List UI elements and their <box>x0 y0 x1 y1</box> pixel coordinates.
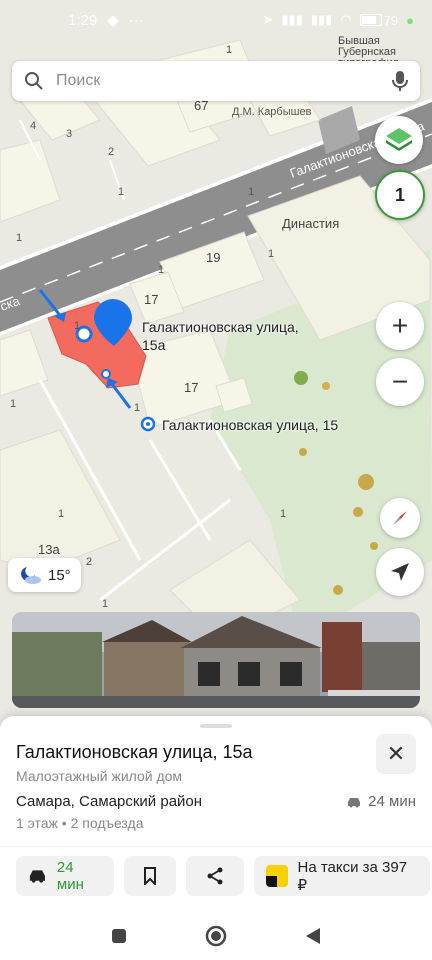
place-title: Галактионовская улица, 15а <box>16 742 253 762</box>
car-icon <box>348 797 361 807</box>
signal-2-icon: ▮▮▮ <box>310 12 333 27</box>
taxi-button[interactable]: На такси за 397 ₽ <box>254 856 430 896</box>
home-icon[interactable] <box>205 925 227 947</box>
map-label-entrance-1g: 1 <box>74 320 81 332</box>
map-label-entrance-1d: 1 <box>248 186 255 198</box>
taxi-label: На такси за 397 ₽ <box>297 858 408 894</box>
car-icon <box>29 870 45 883</box>
neighbor-building-label[interactable]: Галактионовская улица, 15 <box>162 416 338 434</box>
map-label-entrance-1l: 1 <box>280 508 287 520</box>
search-input[interactable] <box>54 71 392 91</box>
more-notifications-icon: ··· <box>128 11 144 29</box>
map-label-entrance-1c: 1 <box>16 232 23 244</box>
map-label-karbyshev: Д.М. Карбышев <box>232 106 312 118</box>
map-label-entrance-4: 4 <box>30 120 37 132</box>
layers-icon <box>386 128 412 151</box>
minus-icon: − <box>391 366 409 397</box>
charging-icon: ● <box>406 12 414 28</box>
map-counter-button[interactable]: 1 <box>375 170 425 220</box>
map-label-entrance-1i: 1 <box>134 402 141 414</box>
navigation-arrow-icon <box>391 563 409 581</box>
place-floors: 1 этаж • 2 подъезда <box>16 815 144 831</box>
search-bar[interactable] <box>12 61 420 101</box>
map-label-house-17-back: 17 <box>144 292 159 307</box>
compass-icon <box>393 511 407 525</box>
map-label-entrance-1b: 1 <box>118 186 125 198</box>
recent-apps-icon[interactable] <box>111 928 127 944</box>
location-icon: ➤ <box>262 12 274 27</box>
bookmark-button[interactable] <box>124 856 176 896</box>
map-label-dinastiya: Династия <box>282 216 340 231</box>
status-bar: 1:29 ◆ ··· ➤ ▮▮▮ ▮▮▮ ◠ 79 ● <box>0 0 432 40</box>
weather-widget[interactable]: 15° <box>8 558 81 592</box>
map-label-entrance-1e: 1 <box>268 248 275 260</box>
map-label-entrance-2: 2 <box>108 146 115 158</box>
plus-icon: + <box>391 310 409 341</box>
map-label-entrance-1f: 1 <box>158 264 165 276</box>
card-divider <box>0 846 432 847</box>
microphone-icon[interactable] <box>392 70 408 92</box>
drive-time: 24 мин <box>368 793 416 810</box>
battery-level: 79 <box>383 12 399 28</box>
selected-building-label[interactable]: Галактионовская улица, 15а <box>142 318 299 354</box>
close-icon: ✕ <box>386 741 406 766</box>
place-address: Самара, Самарский район <box>16 793 203 810</box>
search-icon <box>25 72 43 90</box>
system-nav-bar <box>0 912 432 960</box>
battery-icon: 79 <box>359 12 399 28</box>
taxi-logo-icon <box>266 865 288 887</box>
route-time: 24 мин <box>56 859 84 893</box>
layers-button[interactable] <box>375 116 423 164</box>
map-label-house-17: 17 <box>184 380 199 395</box>
weather-night-cloud-icon <box>21 567 41 584</box>
status-time: 1:29 <box>68 11 98 29</box>
zoom-out-button[interactable]: − <box>376 358 424 406</box>
zoom-in-button[interactable]: + <box>376 302 424 350</box>
map-label-entrance-1h: 1 <box>10 398 17 410</box>
notification-icon: ◆ <box>107 12 119 29</box>
map-label-house-19: 19 <box>206 250 221 265</box>
building-photo[interactable] <box>12 612 420 708</box>
map-label-entrance-2b: 2 <box>86 556 93 568</box>
share-icon <box>207 867 223 885</box>
close-button[interactable]: ✕ <box>376 734 416 774</box>
card-drag-handle[interactable] <box>200 724 232 728</box>
weather-temperature: 15° <box>48 566 71 584</box>
map-label-entrance-1j: 1 <box>58 508 65 520</box>
route-button[interactable]: 24 мин <box>16 856 114 896</box>
map-label-entrance-1k: 1 <box>102 598 109 610</box>
share-button[interactable] <box>186 856 244 896</box>
wifi-icon: ◠ <box>340 12 352 27</box>
signal-icon: ▮▮▮ <box>281 12 303 27</box>
back-icon[interactable] <box>305 927 321 945</box>
my-location-button[interactable] <box>376 548 424 596</box>
bookmark-icon <box>144 867 156 885</box>
drive-time-info: 24 мин <box>346 793 416 810</box>
card-actions: 24 мин На такси за 397 ₽ <box>16 856 430 896</box>
map-label-entrance-3: 3 <box>66 128 73 140</box>
compass-button[interactable] <box>380 498 420 538</box>
building-photo-image <box>12 612 420 708</box>
map-label-entrance-1a: 1 <box>226 44 233 56</box>
map-label-house-13a: 13а <box>38 542 60 557</box>
place-type: Малоэтажный жилой дом <box>16 768 183 784</box>
